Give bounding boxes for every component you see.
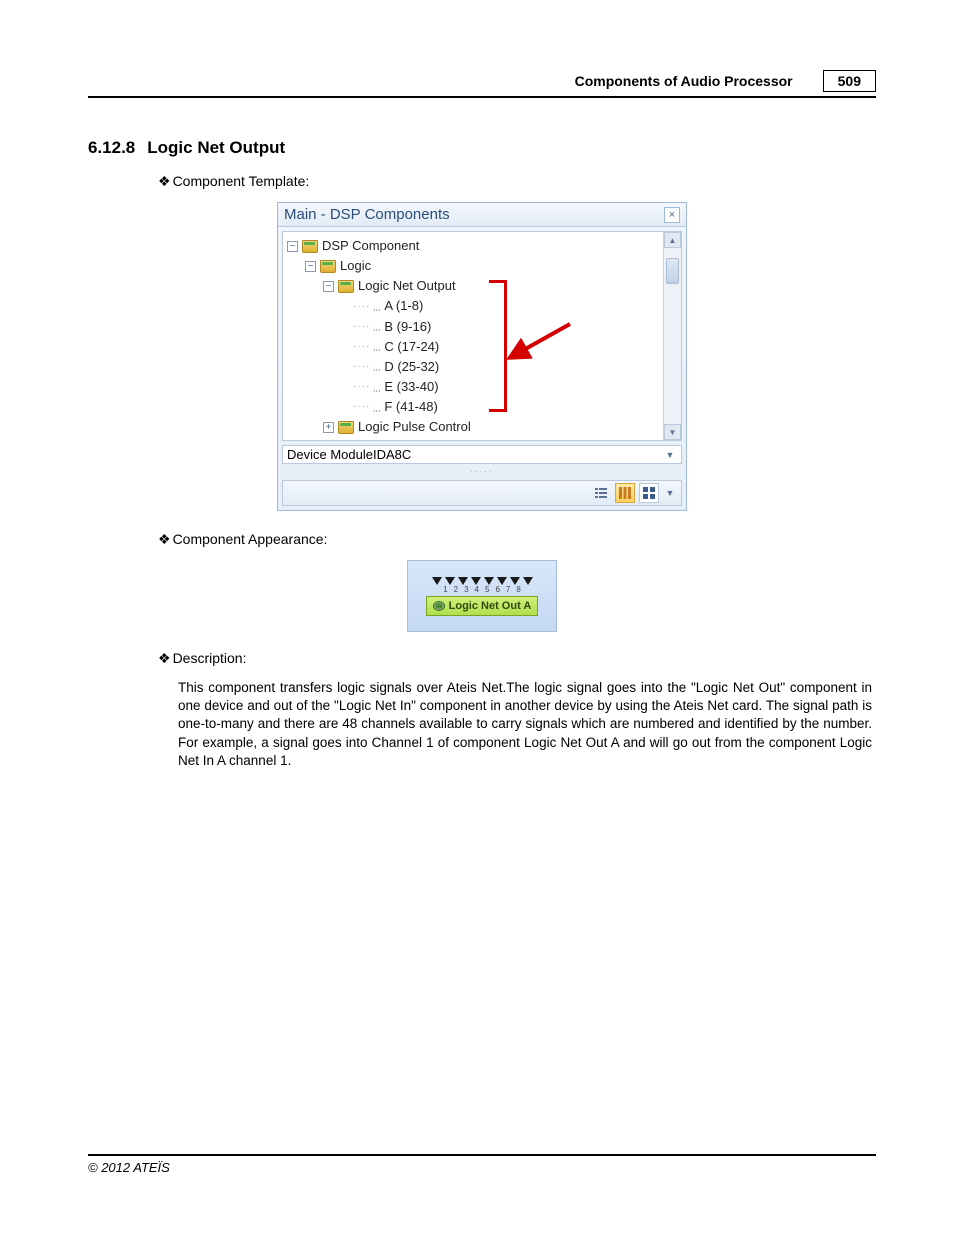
scroll-down-button[interactable]: ▼	[664, 424, 681, 440]
panel-title: Main - DSP Components	[284, 206, 450, 223]
connector-icon: ˌˌˌ	[372, 399, 380, 416]
pin-icon	[445, 577, 455, 585]
toolbar-grid-button[interactable]	[639, 483, 659, 503]
section-title: Logic Net Output	[147, 138, 285, 157]
pin-icon	[458, 577, 468, 585]
copyright: © 2012 ATEÏS	[88, 1160, 876, 1175]
tree-node-logic-pulse[interactable]: + Logic Pulse Control	[287, 417, 657, 437]
tree-leaf-b[interactable]: ····ˌˌˌB (9-16)	[287, 317, 657, 337]
section-heading: 6.12.8 Logic Net Output	[88, 138, 876, 158]
pin-icon	[484, 577, 494, 585]
connector-icon: ˌˌˌ	[372, 318, 380, 335]
header-rule	[88, 96, 876, 98]
folder-icon	[320, 260, 336, 273]
section-number: 6.12.8	[88, 138, 135, 157]
dropdown-icon[interactable]: ▼	[663, 448, 677, 462]
folder-icon	[302, 240, 318, 253]
columns-icon	[618, 486, 632, 500]
scroll-thumb[interactable]	[666, 258, 679, 284]
collapse-icon[interactable]: −	[305, 261, 316, 272]
list-icon	[594, 486, 608, 500]
tree-node-logic[interactable]: − Logic	[287, 256, 657, 276]
folder-icon	[338, 421, 354, 434]
toolbar-dropdown[interactable]: ▼	[663, 483, 677, 503]
tree-leaf-e[interactable]: ····ˌˌˌE (33-40)	[287, 377, 657, 397]
tree-view[interactable]: − DSP Component − Logic − Logic Net Outp…	[283, 232, 663, 440]
panel-toolbar: ▼	[282, 480, 682, 506]
resize-grip[interactable]: ·····	[278, 468, 686, 476]
tree-scrollbar[interactable]: ▲ ▼	[663, 232, 681, 440]
highlight-bracket	[489, 280, 507, 412]
tree-node-dsp-component[interactable]: − DSP Component	[287, 236, 657, 256]
connector-icon: ˌˌˌ	[372, 379, 380, 396]
pin-icon	[523, 577, 533, 585]
device-module-selector[interactable]: Device ModuleIDA8C ▼	[282, 445, 682, 464]
toolbar-list-button[interactable]	[591, 483, 611, 503]
bullet-description: ❖Description:	[158, 650, 876, 667]
description-paragraph: This component transfers logic signals o…	[178, 679, 872, 770]
device-module-label: Device Module	[287, 447, 373, 462]
expand-icon[interactable]: +	[323, 422, 334, 433]
page-number: 509	[823, 70, 876, 92]
tree-leaf-c[interactable]: ····ˌˌˌC (17-24)	[287, 337, 657, 357]
tree-leaf-f[interactable]: ····ˌˌˌF (41-48)	[287, 397, 657, 417]
tree-leaf-a[interactable]: ····ˌˌˌA (1-8)	[287, 296, 657, 316]
connector-icon: ˌˌˌ	[372, 358, 380, 375]
collapse-icon[interactable]: −	[323, 281, 334, 292]
pin-icon	[510, 577, 520, 585]
highlight-arrow-icon	[515, 322, 575, 362]
device-module-value: IDA8C	[373, 447, 411, 462]
scroll-up-button[interactable]: ▲	[664, 232, 681, 248]
footer-rule	[88, 1154, 876, 1156]
pin-icon	[432, 577, 442, 585]
folder-icon	[338, 280, 354, 293]
header-title: Components of Audio Processor	[575, 73, 793, 89]
tree-leaf-d[interactable]: ····ˌˌˌD (25-32)	[287, 357, 657, 377]
panel-close-button[interactable]: ×	[664, 207, 680, 223]
output-port-icon	[433, 601, 445, 611]
bullet-template: ❖Component Template:	[158, 173, 876, 190]
component-badge: Logic Net Out A	[426, 596, 539, 616]
pin-icon	[497, 577, 507, 585]
pin-numbers: 12345678	[443, 585, 521, 594]
connector-icon: ˌˌˌ	[372, 338, 380, 355]
pin-icon	[471, 577, 481, 585]
connector-icon: ˌˌˌ	[372, 298, 380, 315]
toolbar-columns-button[interactable]	[615, 483, 635, 503]
collapse-icon[interactable]: −	[287, 241, 298, 252]
bullet-appearance: ❖Component Appearance:	[158, 531, 876, 548]
component-appearance-widget: 12345678 Logic Net Out A	[407, 560, 557, 632]
scroll-track[interactable]	[664, 248, 681, 424]
grid-icon	[642, 486, 656, 500]
dsp-components-panel: Main - DSP Components × − DSP Component …	[277, 202, 687, 511]
tree-node-logic-net-output[interactable]: − Logic Net Output	[287, 276, 657, 296]
